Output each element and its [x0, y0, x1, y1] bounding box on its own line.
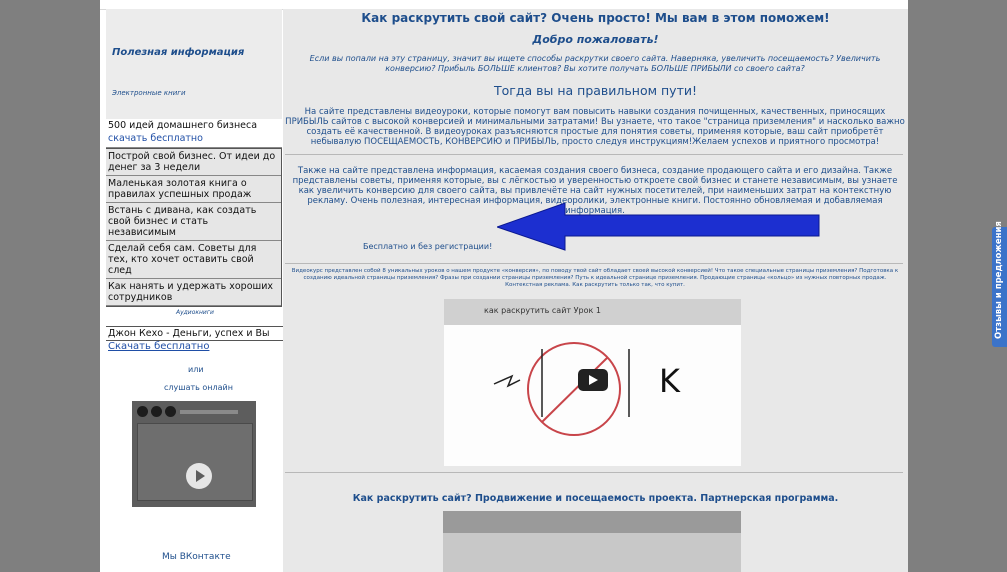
player-dot-icon: [137, 406, 148, 417]
right-path-heading: Тогда вы на правильном пути!: [494, 83, 697, 98]
vk-label[interactable]: Мы ВКонтакте: [162, 552, 231, 562]
page-heading: Как раскрутить свой сайт? Очень просто! …: [361, 11, 830, 25]
book-item[interactable]: 500 идей домашнего бизнеса: [106, 119, 282, 132]
course-description: Видеокурс представлен собой 8 уникальных…: [291, 268, 899, 288]
video-play-icon[interactable]: [578, 369, 608, 391]
book-item[interactable]: Маленькая золотая книга о правилах успеш…: [106, 176, 281, 203]
audio-player[interactable]: [132, 401, 256, 507]
main-content: Как раскрутить свой сайт? Очень просто! …: [283, 9, 908, 572]
book-item[interactable]: Встань с дивана, как создать свой бизнес…: [106, 203, 281, 241]
welcome-heading: Добро пожаловать!: [532, 33, 659, 46]
play-icon[interactable]: [186, 463, 212, 489]
audio-download-link[interactable]: Скачать бесплатно: [108, 341, 209, 352]
player-progress-bar[interactable]: [180, 410, 238, 414]
sidebar-header: Полезная информация Электронные книги: [106, 9, 282, 119]
book-box: Построй свой бизнес. От идеи до денег за…: [106, 148, 282, 307]
listen-online-link[interactable]: слушать онлайн: [164, 383, 233, 392]
sidebar-title: Полезная информация: [112, 47, 245, 58]
description-paragraph: На сайте представлены видеоуроки, которы…: [285, 107, 905, 147]
video-player-1[interactable]: как раскрутить сайт Урок 1 K: [444, 299, 741, 466]
svg-text:K: K: [659, 362, 681, 400]
audiobooks-label: Аудиокниги: [176, 309, 214, 316]
section-heading: Как раскрутить сайт? Продвижение и посещ…: [352, 493, 839, 504]
book-item[interactable]: Построй свой бизнес. От идеи до денег за…: [106, 149, 281, 176]
book-list: 500 идей домашнего бизнеса скачать беспл…: [106, 119, 282, 307]
player-dot-icon: [165, 406, 176, 417]
arrow-left-icon: [497, 203, 820, 251]
divider: [285, 154, 903, 155]
free-registration-text: Бесплатно и без регистрации!: [363, 242, 493, 251]
feedback-tab[interactable]: Отзывы и предложения: [992, 221, 1007, 347]
feedback-label: Отзывы и предложения: [994, 221, 1004, 339]
player-dot-icon: [151, 406, 162, 417]
book-item[interactable]: Как нанять и удержать хороших сотруднико…: [106, 279, 281, 306]
audio-item[interactable]: Джон Кехо - Деньги, успех и Вы: [106, 326, 286, 341]
book-item[interactable]: Сделай себя сам. Советы для тех, кто хоч…: [106, 241, 281, 279]
ebooks-label: Электронные книги: [112, 89, 186, 97]
player-screen: [137, 423, 253, 501]
divider: [285, 263, 903, 264]
download-link[interactable]: скачать бесплатно: [106, 132, 282, 148]
sidebar: Полезная информация Электронные книги 50…: [106, 9, 286, 572]
intro-text: Если вы попали на эту страницу, значит в…: [309, 54, 881, 73]
video-player-2[interactable]: [443, 511, 741, 572]
video-title-bar: [443, 511, 741, 533]
divider: [285, 472, 903, 473]
or-label: или: [188, 365, 204, 374]
page: Полезная информация Электронные книги 50…: [100, 0, 908, 572]
